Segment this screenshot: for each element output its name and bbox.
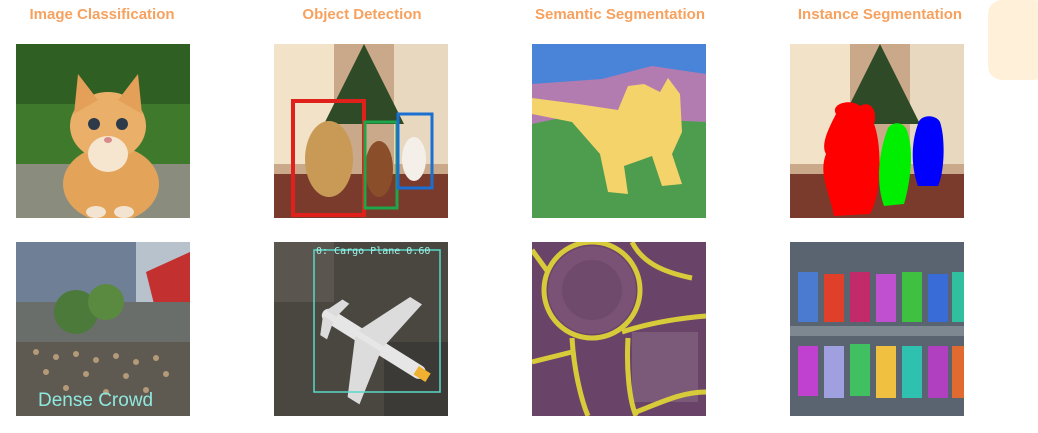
title-object-detection: Object Detection (302, 6, 422, 23)
semantic-segmentation-image (532, 44, 706, 218)
cargo-plane-detection-image: 0: Cargo Plane 0.60 (274, 242, 448, 416)
title-instance-segmentation: Instance Segmentation (797, 6, 963, 23)
title-semantic-segmentation: Semantic Segmentation (534, 6, 706, 23)
instance-segmentation-image (790, 44, 964, 218)
dense-crowd-label: Dense Crowd (38, 390, 154, 411)
dense-crowd-image: Dense Crowd (16, 242, 190, 416)
building-instance-segmentation-image (790, 242, 964, 416)
title-image-classification: Image Classification (29, 6, 175, 23)
road-segmentation-image (532, 242, 706, 416)
plane-detection-label: 0: Cargo Plane 0.60 (316, 246, 431, 257)
kitten-image (16, 44, 190, 218)
object-detection-image (274, 44, 448, 218)
decorative-shape (988, 0, 1038, 80)
